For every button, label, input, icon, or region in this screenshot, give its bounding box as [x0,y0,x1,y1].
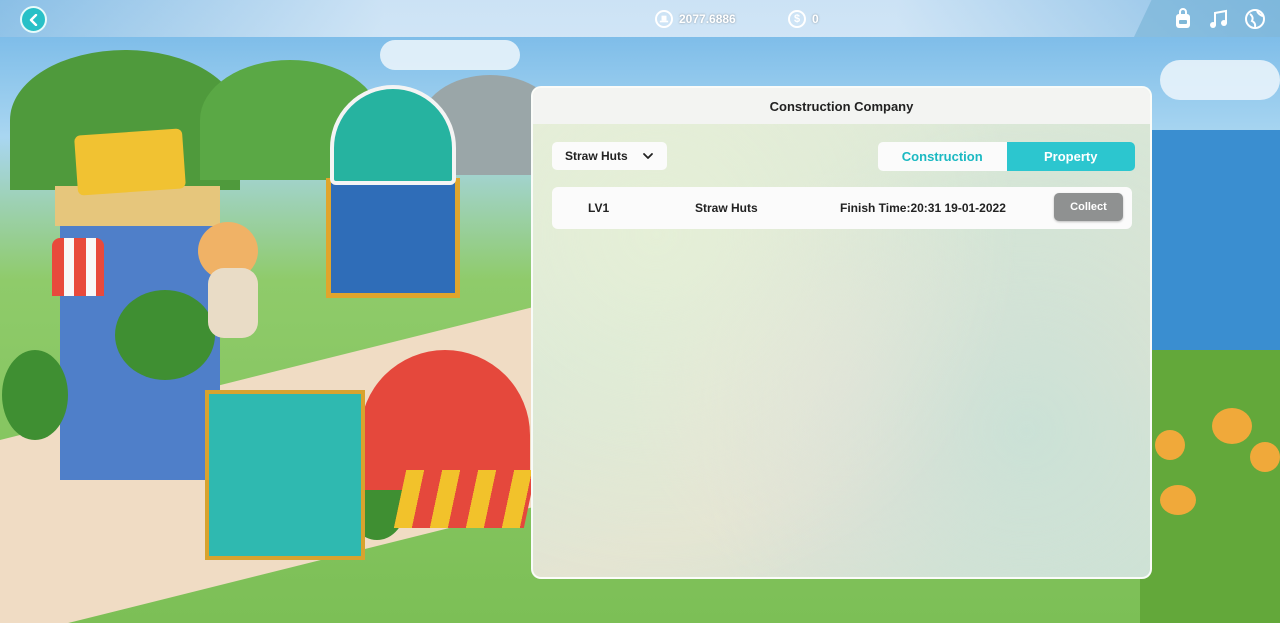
dropdown-selected-value: Straw Huts [565,149,628,163]
striped-awning [393,470,537,528]
grass-field [1140,350,1280,623]
back-button[interactable] [20,6,47,33]
panel-tabs: Construction Property [878,142,1135,171]
tree [1250,442,1280,472]
bush [2,350,68,440]
cloud [1160,60,1280,100]
top-right-tools [1134,0,1280,37]
awning [52,238,104,296]
music-note-icon[interactable] [1208,8,1230,30]
backpack-icon[interactable] [1172,7,1194,30]
tree [1212,408,1252,444]
tab-property[interactable]: Property [1006,142,1135,171]
tab-construction[interactable]: Construction [878,142,1007,171]
building-type-dropdown[interactable]: Straw Huts [552,142,667,170]
bear-character-body [208,268,258,338]
secondary-currency: $ 0 [788,9,819,29]
item-level: LV1 [588,201,610,215]
item-name: Straw Huts [695,201,758,215]
secondary-currency-value: 0 [812,12,819,26]
tower [326,178,460,298]
cloud [380,40,520,70]
construction-company-panel: Construction Company Straw Huts Construc… [531,86,1152,579]
sea [1150,130,1280,360]
tree [1155,430,1185,460]
top-hat-icon [655,10,673,28]
primary-currency-value: 2077.6886 [679,12,736,26]
panel-title: Construction Company [533,88,1150,124]
tree [1160,485,1196,515]
item-finish-time: Finish Time:20:31 19-01-2022 [840,201,1006,215]
dollar-coin-icon: $ [788,10,806,28]
globe-icon[interactable] [1244,8,1266,30]
primary-currency: 2077.6886 [655,9,736,29]
bush [115,290,215,380]
chevron-down-icon [643,153,653,159]
building-sign [74,128,186,196]
shop-building [205,390,365,560]
collect-button[interactable]: Collect [1054,193,1123,221]
back-arrow-icon [29,13,37,26]
list-item: LV1 Straw Huts Finish Time:20:31 19-01-2… [552,187,1132,229]
top-bar: 2077.6886 $ 0 [0,0,1280,37]
